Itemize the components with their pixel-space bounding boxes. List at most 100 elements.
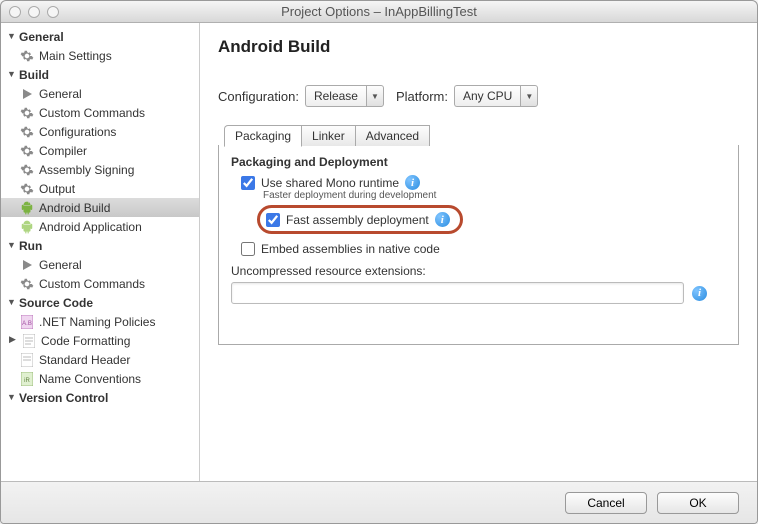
sidebar-item-label: Name Conventions <box>39 372 141 386</box>
sidebar-item-name-conventions[interactable]: iR Name Conventions <box>1 369 199 388</box>
chevron-down-icon: ▼ <box>520 85 538 107</box>
checkbox-label: Use shared Mono runtime <box>261 176 399 190</box>
tab-packaging[interactable]: Packaging <box>224 125 302 147</box>
sidebar-item-label: General <box>39 258 82 272</box>
page-title: Android Build <box>218 37 739 57</box>
chevron-down-icon: ▼ <box>366 85 384 107</box>
uncompressed-label: Uncompressed resource extensions: <box>231 264 726 278</box>
chevron-down-icon: ▼ <box>7 240 17 250</box>
chevron-down-icon: ▼ <box>7 392 17 402</box>
configuration-dropdown[interactable]: Release ▼ <box>305 85 384 107</box>
svg-text:A.B: A.B <box>22 321 32 327</box>
sidebar-item-build-general[interactable]: General <box>1 84 199 103</box>
document-icon <box>21 333 37 349</box>
sidebar: ▼ General Main Settings ▼ Build General … <box>1 23 200 481</box>
group-label: Run <box>19 239 42 253</box>
play-icon <box>19 257 35 273</box>
sidebar-item-configurations[interactable]: Configurations <box>1 122 199 141</box>
chevron-right-icon: ▶ <box>9 334 19 345</box>
gear-icon <box>19 162 35 178</box>
tree-group-build[interactable]: ▼ Build <box>1 65 199 84</box>
chevron-down-icon: ▼ <box>7 31 17 41</box>
config-row: Configuration: Release ▼ Platform: Any C… <box>218 85 739 107</box>
sidebar-item-android-application[interactable]: Android Application <box>1 217 199 236</box>
chevron-down-icon: ▼ <box>7 69 17 79</box>
tab-advanced[interactable]: Advanced <box>355 125 430 146</box>
main-panel: Android Build Configuration: Release ▼ P… <box>200 23 757 481</box>
document-icon <box>19 352 35 368</box>
tree-group-source-code[interactable]: ▼ Source Code <box>1 293 199 312</box>
sidebar-item-label: Android Build <box>39 201 110 215</box>
gear-icon <box>19 124 35 140</box>
info-icon[interactable]: i <box>435 212 450 227</box>
section-title: Packaging and Deployment <box>231 155 726 169</box>
fast-deploy-highlight: Fast assembly deployment i <box>257 205 463 234</box>
dropdown-value: Any CPU <box>454 85 520 107</box>
sidebar-item-main-settings[interactable]: Main Settings <box>1 46 199 65</box>
android-icon <box>19 219 35 235</box>
tree-group-version-control[interactable]: ▼ Version Control <box>1 388 199 407</box>
dialog-footer: Cancel OK <box>1 481 757 523</box>
window-title: Project Options – InAppBillingTest <box>1 4 757 19</box>
tab-panel: Packaging and Deployment Use shared Mono… <box>218 145 739 345</box>
platform-dropdown[interactable]: Any CPU ▼ <box>454 85 538 107</box>
gear-icon <box>19 105 35 121</box>
ok-button[interactable]: OK <box>657 492 739 514</box>
sidebar-item-android-build[interactable]: Android Build <box>1 198 199 217</box>
minimize-icon[interactable] <box>28 6 40 18</box>
sidebar-item-compiler[interactable]: Compiler <box>1 141 199 160</box>
sidebar-item-net-naming-policies[interactable]: A.B .NET Naming Policies <box>1 312 199 331</box>
sidebar-item-label: Standard Header <box>39 353 130 367</box>
gear-icon <box>19 48 35 64</box>
fast-deploy-checkbox[interactable] <box>266 213 280 227</box>
document-icon: iR <box>19 371 35 387</box>
tree-group-run[interactable]: ▼ Run <box>1 236 199 255</box>
dropdown-value: Release <box>305 85 366 107</box>
android-icon <box>19 200 35 216</box>
shared-mono-sub: Faster deployment during development <box>263 190 726 201</box>
sidebar-item-assembly-signing[interactable]: Assembly Signing <box>1 160 199 179</box>
window: Project Options – InAppBillingTest ▼ Gen… <box>0 0 758 524</box>
close-icon[interactable] <box>9 6 21 18</box>
sidebar-item-label: Assembly Signing <box>39 163 134 177</box>
configuration-label: Configuration: <box>218 89 299 104</box>
group-label: General <box>19 30 64 44</box>
zoom-icon[interactable] <box>47 6 59 18</box>
sidebar-item-code-formatting[interactable]: ▶ Code Formatting <box>1 331 199 350</box>
info-icon[interactable]: i <box>405 175 420 190</box>
shared-mono-row: Use shared Mono runtime i <box>241 175 726 190</box>
sidebar-item-run-general[interactable]: General <box>1 255 199 274</box>
uncompressed-input[interactable] <box>231 282 684 304</box>
checkbox-label: Fast assembly deployment <box>286 213 429 227</box>
sidebar-item-label: General <box>39 87 82 101</box>
sidebar-item-label: Output <box>39 182 75 196</box>
traffic-lights <box>9 6 59 18</box>
sidebar-item-custom-commands[interactable]: Custom Commands <box>1 103 199 122</box>
sidebar-item-label: Android Application <box>39 220 142 234</box>
sidebar-item-run-custom-commands[interactable]: Custom Commands <box>1 274 199 293</box>
group-label: Build <box>19 68 49 82</box>
group-label: Version Control <box>19 391 108 405</box>
info-icon[interactable]: i <box>692 286 707 301</box>
sidebar-item-label: Configurations <box>39 125 116 139</box>
gear-icon <box>19 276 35 292</box>
gear-icon <box>19 181 35 197</box>
sidebar-item-output[interactable]: Output <box>1 179 199 198</box>
tree-group-general[interactable]: ▼ General <box>1 27 199 46</box>
document-icon: A.B <box>19 314 35 330</box>
cancel-button[interactable]: Cancel <box>565 492 647 514</box>
checkbox-label: Embed assemblies in native code <box>261 242 440 256</box>
embed-row: Embed assemblies in native code <box>241 242 726 256</box>
gear-icon <box>19 143 35 159</box>
tab-linker[interactable]: Linker <box>301 125 356 146</box>
sidebar-item-label: Compiler <box>39 144 87 158</box>
svg-text:iR: iR <box>24 378 30 384</box>
group-label: Source Code <box>19 296 93 310</box>
sidebar-item-label: Custom Commands <box>39 277 145 291</box>
sidebar-item-label: Main Settings <box>39 49 112 63</box>
embed-checkbox[interactable] <box>241 242 255 256</box>
sidebar-item-standard-header[interactable]: Standard Header <box>1 350 199 369</box>
shared-mono-checkbox[interactable] <box>241 176 255 190</box>
tabs-container: Packaging Linker Advanced Packaging and … <box>218 125 739 345</box>
play-icon <box>19 86 35 102</box>
